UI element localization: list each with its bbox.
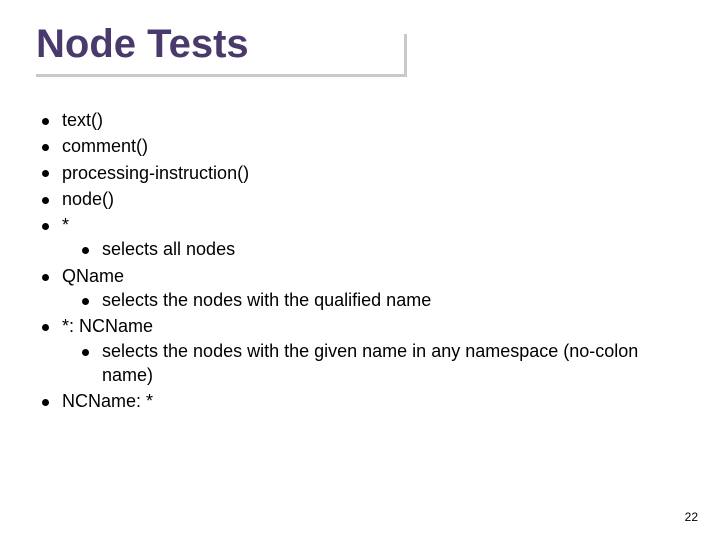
- slide-title: Node Tests: [36, 22, 684, 66]
- list-item: comment(): [36, 134, 684, 158]
- list-item: node(): [36, 187, 684, 211]
- list-item-text: *: [62, 215, 69, 235]
- sub-list-item: selects the nodes with the given name in…: [62, 339, 684, 388]
- list-item: QName selects the nodes with the qualifi…: [36, 264, 684, 313]
- list-item: * selects all nodes: [36, 213, 684, 262]
- sub-list-item-text: selects all nodes: [102, 239, 235, 259]
- list-item-text: node(): [62, 189, 114, 209]
- list-item: *: NCName selects the nodes with the giv…: [36, 314, 684, 387]
- list-item-text: text(): [62, 110, 103, 130]
- list-item-text: comment(): [62, 136, 148, 156]
- list-item: NCName: *: [36, 389, 684, 413]
- sub-bullet-list: selects the nodes with the qualified nam…: [62, 288, 684, 312]
- sub-list-item-text: selects the nodes with the given name in…: [102, 341, 638, 385]
- sub-list-item-text: selects the nodes with the qualified nam…: [102, 290, 431, 310]
- sub-list-item: selects all nodes: [62, 237, 684, 261]
- title-underline: [36, 74, 406, 77]
- page-number: 22: [685, 510, 698, 524]
- bullet-list: text() comment() processing-instruction(…: [36, 108, 684, 414]
- list-item-text: NCName: *: [62, 391, 153, 411]
- sub-bullet-list: selects all nodes: [62, 237, 684, 261]
- title-shadow-edge: [404, 34, 407, 77]
- slide-body: text() comment() processing-instruction(…: [36, 108, 684, 414]
- list-item-text: QName: [62, 266, 124, 286]
- list-item-text: *: NCName: [62, 316, 153, 336]
- slide: Node Tests text() comment() processing-i…: [0, 0, 720, 540]
- sub-bullet-list: selects the nodes with the given name in…: [62, 339, 684, 388]
- list-item: processing-instruction(): [36, 161, 684, 185]
- list-item: text(): [36, 108, 684, 132]
- sub-list-item: selects the nodes with the qualified nam…: [62, 288, 684, 312]
- list-item-text: processing-instruction(): [62, 163, 249, 183]
